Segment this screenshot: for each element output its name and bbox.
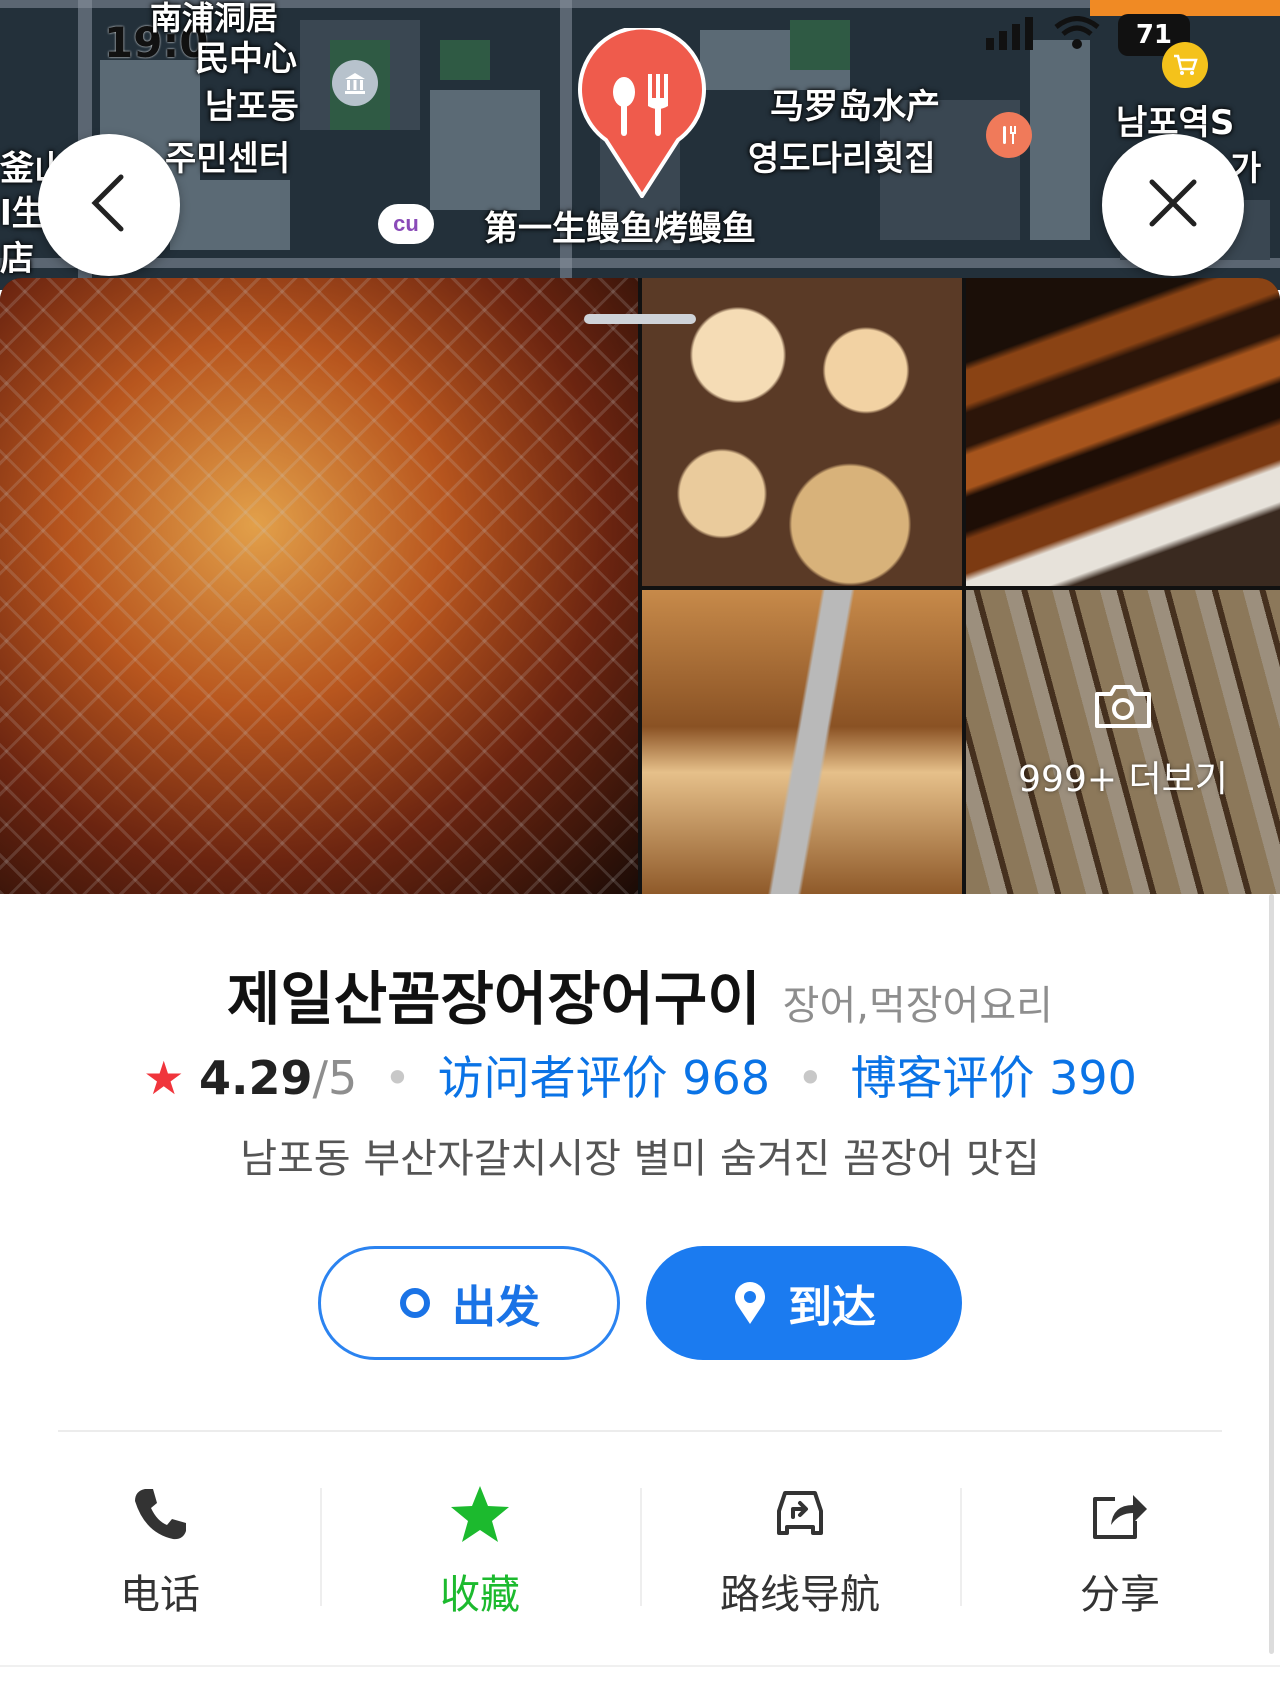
route-navigation-action[interactable]: 路线导航 [640,1482,960,1622]
favorite-action[interactable]: 收藏 [320,1482,640,1622]
call-label: 电话 [120,1572,200,1618]
map-label-community-cn-1: 南浦洞居 [150,0,279,37]
map-label-target-restaurant: 第一生鳗鱼烤鳗鱼 [484,209,756,249]
rating-score: 4.29 [198,1051,313,1105]
place-category: 장어,먹장어요리 [782,983,1053,1029]
divider [58,1430,1222,1432]
separator-dot: • [796,1051,824,1105]
share-icon [1089,1482,1151,1546]
title-row: 제일산꼼장어장어구이 장어,먹장어요리 [0,952,1280,1036]
bottom-divider [0,1665,1280,1667]
map-label-seafood-cn: 马罗岛水产 [770,87,940,127]
chevron-left-icon [85,173,133,237]
photo-grilled-clams[interactable] [642,278,962,586]
restaurant-poi-icon[interactable] [986,112,1032,158]
separator-dot: • [383,1051,412,1105]
wifi-icon [1054,16,1100,54]
route-navigation-label: 路线导航 [720,1572,880,1618]
map-label-community-cn-2: 民中心 [195,39,297,79]
visitor-reviews-link[interactable]: 访问者评价 968 [438,1051,770,1105]
arrive-button[interactable]: 到达 [646,1246,962,1360]
favorite-label: 收藏 [440,1572,520,1618]
share-label: 分享 [1080,1572,1160,1618]
sheet-grab-handle[interactable] [584,314,696,324]
rating-max: /5 [312,1051,358,1105]
more-photos-label: 999+ 더보기 [1018,759,1228,800]
location-pin-icon [732,1280,768,1326]
blog-reviews-link[interactable]: 博客评价 390 [850,1051,1136,1105]
phone-icon [131,1482,189,1546]
photo-more-tile[interactable]: 999+ 더보기 [966,590,1280,894]
place-description: 남포동 부산자갈치시장 별미 숨겨진 꼼장어 맛집 [240,1136,1040,1182]
depart-button[interactable]: 出发 [318,1246,620,1360]
map-label-community-kr-1: 남포동 [205,87,299,127]
place-info-panel: 제일산꼼장어장어구이 장어,먹장어요리 ★ 4.29/5 • 访问者评价 968 … [0,894,1280,1707]
photo-eel-with-tongs[interactable] [642,590,962,894]
government-building-icon[interactable] [332,60,378,106]
call-action[interactable]: 电话 [0,1482,320,1622]
arrive-label: 到达 [788,1282,876,1333]
status-icons: 71 [985,14,1190,56]
star-icon [449,1482,511,1546]
close-icon [1146,176,1200,234]
car-route-icon [769,1482,831,1546]
shopping-cart-icon[interactable] [1162,42,1208,88]
camera-icon [1093,682,1153,734]
share-action[interactable]: 分享 [960,1482,1280,1622]
convenience-store-label: cu [393,211,419,236]
map-label-seafood-kr: 영도다리횟집 [748,139,936,179]
map-label-community-kr-2: 주민센터 [165,139,291,179]
photo-grilled-eel-main[interactable] [0,278,638,894]
close-button[interactable] [1102,134,1244,276]
map-label-left-edge-3: 店 [0,239,34,279]
restaurant-pin-icon[interactable] [576,25,708,200]
depart-label: 出发 [452,1282,540,1333]
convenience-store-icon[interactable]: cu [378,204,434,244]
origin-dot-icon [398,1286,432,1320]
action-bar: 电话 收藏 路线导航 分享 [0,1482,1280,1622]
map-view[interactable]: 19:0 71 南浦洞居 民中心 남포동 주민센터 釜山 l生 店 cu 第一生… [0,0,1280,290]
signal-icon [985,16,1036,54]
rating-star-icon: ★ [143,1051,185,1105]
scrollbar[interactable] [1269,894,1274,1654]
place-name: 제일산꼼장어장어구이 [227,965,761,1033]
rating-row: ★ 4.29/5 • 访问者评价 968 • 博客评价 390 [0,1042,1280,1108]
back-button[interactable] [38,134,180,276]
photo-glazed-eel[interactable] [966,278,1280,586]
photo-gallery[interactable]: 999+ 더보기 [0,278,1280,894]
